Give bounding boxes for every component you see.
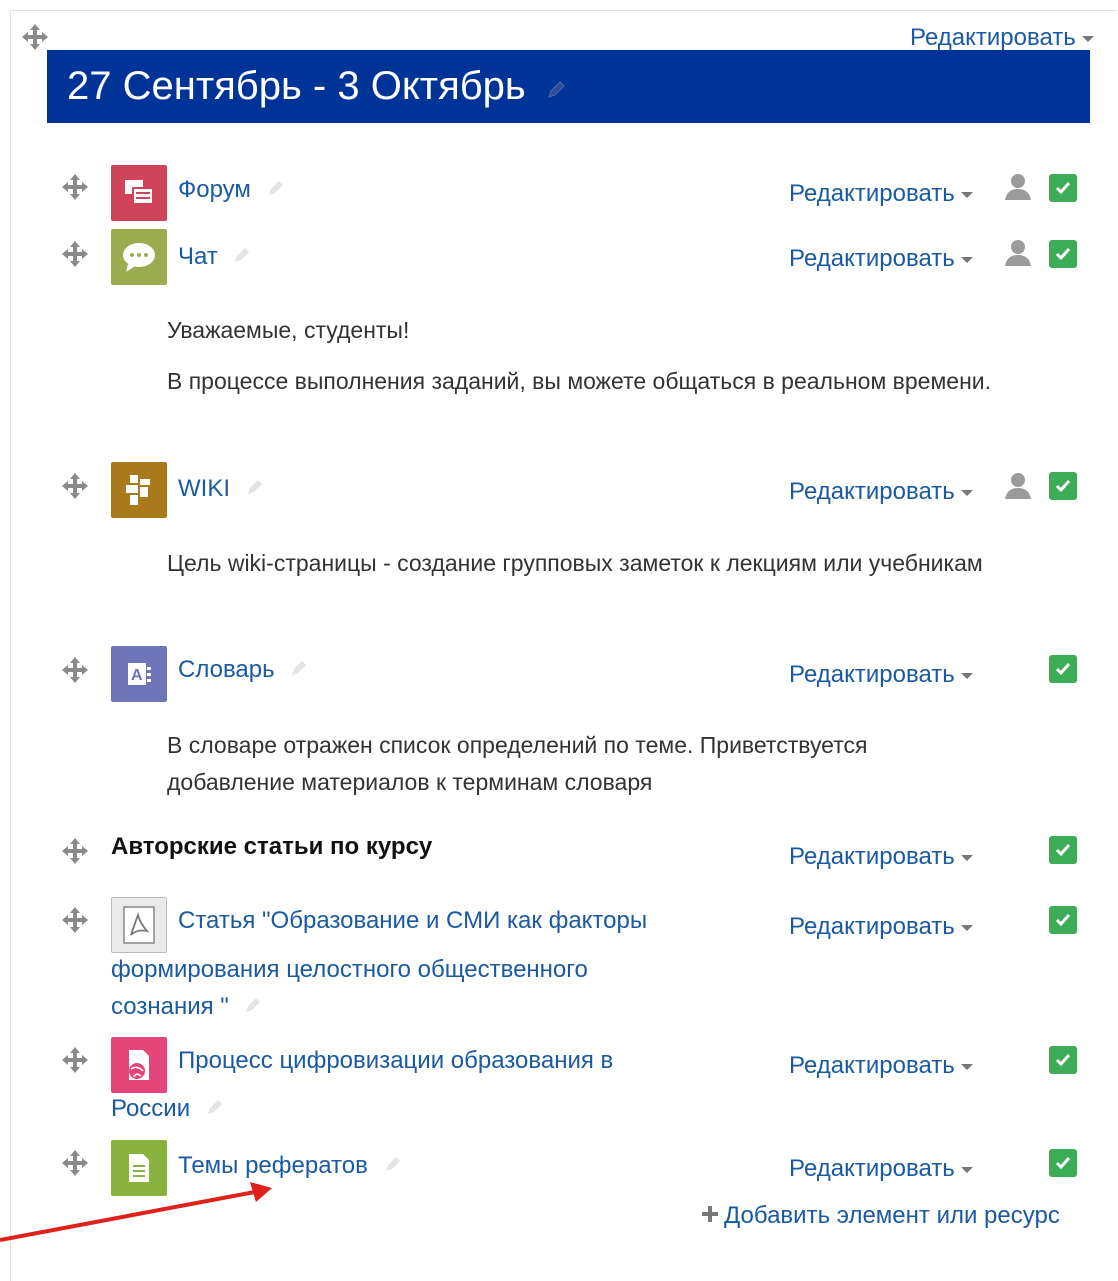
edit-name-pencil-icon[interactable] [232,240,252,276]
section-header-banner: 27 Сентябрь - 3 Октябрь [47,50,1090,123]
section-label: Авторские статьи по курсу [111,833,433,860]
description-line: В словаре отражен список определений по … [167,732,868,795]
user-icon[interactable] [1003,238,1033,268]
forum-icon[interactable] [111,165,167,221]
user-icon[interactable] [1003,471,1033,501]
section-edit-menu[interactable]: Редактировать [910,24,1094,52]
edit-menu-glossary[interactable]: Редактировать [789,661,973,689]
description-line: Цель wiki-страницы - создание групповых … [167,550,983,576]
activity-name: Чат [178,243,218,270]
activity-name-line: сознания " [111,993,229,1020]
activity-name: Словарь [178,656,275,683]
plus-icon [700,1203,720,1231]
completion-checkbox[interactable] [1049,836,1077,864]
edit-label: Редактировать [789,180,955,207]
pdf-icon[interactable] [111,897,167,953]
move-icon[interactable] [60,471,90,501]
activity-name-line: России [111,1095,191,1122]
edit-name-pencil-icon[interactable] [243,990,263,1026]
chevron-down-icon [960,924,973,931]
activity-link-glossary[interactable]: Словарь [178,652,309,689]
svg-text:A: A [131,667,143,684]
edit-menu-web-page[interactable]: Редактировать [789,1052,973,1080]
user-icon[interactable] [1003,172,1033,202]
completion-checkbox[interactable] [1049,472,1077,500]
activity-description: Цель wiki-страницы - создание групповых … [167,545,987,596]
activity-name: Темы рефератов [178,1152,368,1179]
edit-label: Редактировать [789,913,955,940]
activity-name: WIKI [178,475,230,502]
section-title: 27 Сентябрь - 3 Октябрь [67,64,567,111]
edit-menu-topics[interactable]: Редактировать [789,1155,973,1183]
edit-name-pencil-icon[interactable] [205,1092,225,1128]
activity-name: Форум [178,176,251,203]
chevron-down-icon [960,854,973,861]
edit-name-pencil-icon[interactable] [289,653,309,689]
completion-checkbox[interactable] [1049,1149,1077,1177]
activity-link-forum[interactable]: Форум [178,172,286,209]
chevron-down-icon [1081,35,1094,42]
move-icon[interactable] [60,1148,90,1178]
edit-label: Редактировать [789,245,955,272]
chevron-down-icon [960,191,973,198]
completion-checkbox[interactable] [1049,1046,1077,1074]
chevron-down-icon [960,1166,973,1173]
completion-checkbox[interactable] [1049,240,1077,268]
completion-checkbox[interactable] [1049,655,1077,683]
annotation-arrow [0,1182,272,1242]
chat-icon[interactable] [111,229,167,285]
move-icon[interactable] [60,1045,90,1075]
edit-menu-article[interactable]: Редактировать [789,913,973,941]
description-line: В процессе выполнения заданий, вы можете… [167,368,992,394]
section-title-text: 27 Сентябрь - 3 Октябрь [67,64,526,108]
activity-link-article[interactable]: Статья "Образование и СМИ как факторы [178,903,647,939]
activity-link-chat[interactable]: Чат [178,239,252,276]
edit-name-pencil-icon[interactable] [266,173,286,209]
chevron-down-icon [960,1063,973,1070]
add-activity-label: Добавить элемент или ресурс [724,1202,1060,1229]
chevron-down-icon [960,256,973,263]
web-page-icon[interactable] [111,1037,167,1093]
activity-description: Уважаемые, студенты! В процессе выполнен… [167,312,1007,414]
activity-link-web-page[interactable]: Процесс цифровизации образования в [178,1043,613,1079]
edit-label: Редактировать [789,1155,955,1182]
edit-menu-forum[interactable]: Редактировать [789,180,973,208]
activity-link-wiki[interactable]: WIKI [178,471,265,508]
activity-link-web-page-cont[interactable]: России [111,1091,225,1128]
activity-name-line: Процесс цифровизации образования в [178,1047,614,1074]
section-move-icon[interactable] [20,22,50,52]
edit-label: Редактировать [789,478,955,505]
completion-checkbox[interactable] [1049,906,1077,934]
edit-name-pencil-icon[interactable] [245,472,265,508]
chevron-down-icon [960,489,973,496]
activity-description: В словаре отражен список определений по … [167,727,987,815]
section-edit-label: Редактировать [910,24,1076,51]
completion-checkbox[interactable] [1049,174,1077,202]
edit-label: Редактировать [789,1052,955,1079]
activity-name-line: формирования целостного общественного [111,956,588,983]
move-icon[interactable] [60,172,90,202]
edit-menu-chat[interactable]: Редактировать [789,245,973,273]
move-icon[interactable] [60,905,90,935]
edit-menu-label[interactable]: Редактировать [789,843,973,871]
edit-title-pencil-icon[interactable] [545,66,567,111]
activity-link-article-cont[interactable]: формирования целостного общественного [111,952,588,988]
wiki-icon[interactable] [111,462,167,518]
edit-menu-wiki[interactable]: Редактировать [789,478,973,506]
edit-name-pencil-icon[interactable] [383,1149,403,1185]
glossary-icon[interactable]: A [111,646,167,702]
move-icon[interactable] [60,239,90,269]
description-line: Уважаемые, студенты! [167,317,410,343]
edit-label: Редактировать [789,661,955,688]
add-activity-button[interactable]: Добавить элемент или ресурс [700,1202,1060,1231]
activity-name-line: Статья "Образование и СМИ как факторы [178,907,648,934]
move-icon[interactable] [60,655,90,685]
move-icon[interactable] [60,836,90,866]
activity-link-article-cont[interactable]: сознания " [111,989,263,1026]
edit-label: Редактировать [789,843,955,870]
chevron-down-icon [960,672,973,679]
